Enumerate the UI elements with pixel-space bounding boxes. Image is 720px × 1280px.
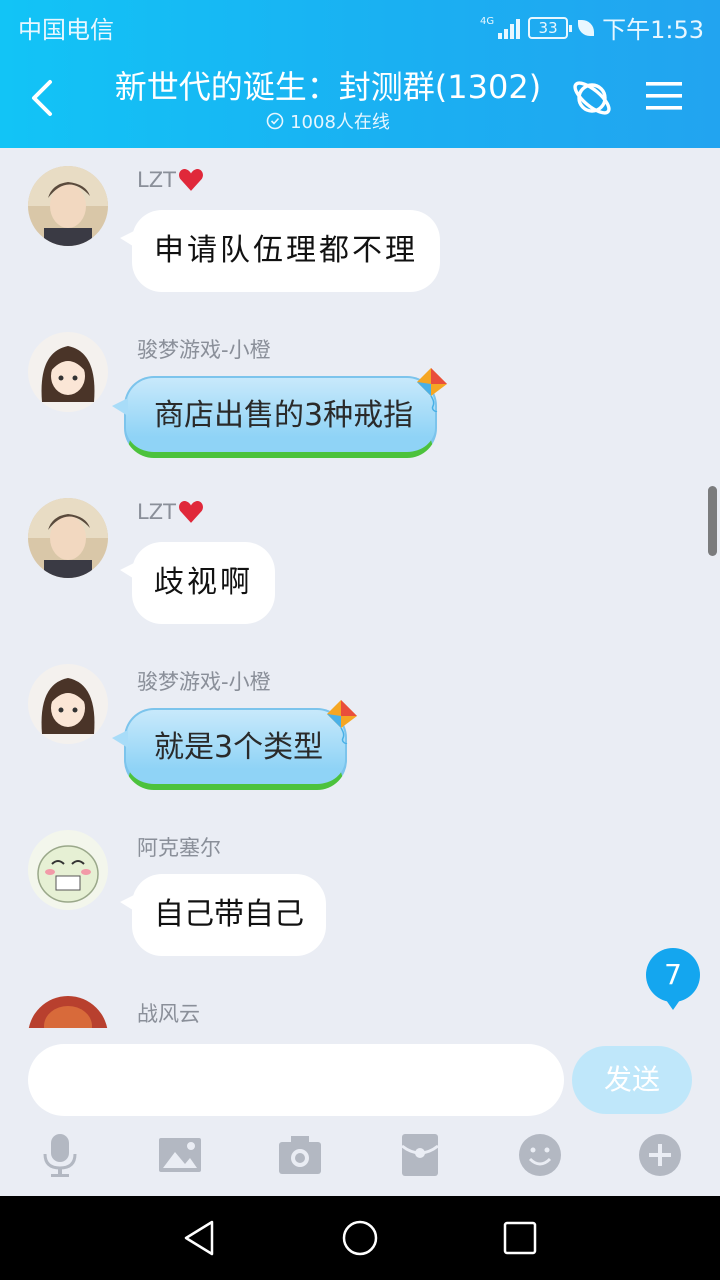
avatar[interactable] [28,166,108,246]
sender-name: 骏梦游戏-小橙 [137,338,271,362]
image-icon[interactable] [157,1132,203,1178]
message-input[interactable] [28,1044,564,1116]
plus-icon[interactable] [637,1132,683,1178]
sender-name: 骏梦游戏-小橙 [137,670,271,694]
avatar[interactable] [28,830,108,910]
kite-icon [327,700,358,744]
chat-area[interactable]: LZT 申请队伍理都不理 骏梦游戏-小橙 商店出售的3种戒指 LZT 歧视啊 骏… [0,148,720,1028]
kite-icon [417,368,448,412]
header: 中国电信 4G 33 下午1:53 新世代的诞生：封测群(1302) 1008人… [0,0,720,148]
message-bubble[interactable]: 商店出售的3种戒指 [111,368,448,458]
leaf-icon [578,19,595,36]
scrollbar[interactable] [708,486,717,556]
message-item: LZT 歧视啊 [0,496,720,646]
microphone-icon[interactable] [37,1132,83,1178]
sender-name: 阿克塞尔 [137,836,221,860]
message-item: LZT 申请队伍理都不理 [0,164,720,314]
message-bubble[interactable]: 申请队伍理都不理 [120,210,440,292]
cartoon-avatar-image [28,830,108,910]
group-title: 新世代的诞生：封测群(1302) [114,68,542,106]
menu-button[interactable] [644,78,684,114]
signal-icon: 4G [479,15,521,39]
network-type: 4G [479,15,495,27]
message-item: 阿克塞尔 自己带自己 [0,828,720,978]
message-bubble[interactable]: 歧视啊 [120,542,275,624]
message-text: 就是3个类型 [154,730,324,765]
group-space-button[interactable] [570,74,616,120]
girl-avatar-image [28,332,108,412]
message-bubble[interactable]: 自己带自己 [120,874,326,956]
red-avatar-image [28,996,108,1028]
chevron-left-icon [32,80,52,116]
home-circle-icon[interactable] [340,1218,380,1258]
sender-name: 战风云 [137,1002,200,1026]
message-text: 商店出售的3种戒指 [154,398,414,433]
back-button[interactable] [26,78,60,118]
message-item: 战风云 [0,994,720,1028]
system-nav-bar [0,1196,720,1280]
emoji-icon[interactable] [517,1132,563,1178]
online-count-label: 1008人在线 [290,112,390,133]
sender-name: LZT [137,500,204,524]
send-button[interactable]: 发送 [572,1046,692,1114]
hamburger-icon [646,82,682,110]
back-triangle-icon[interactable] [180,1218,220,1258]
online-count: 1008人在线 [96,108,560,134]
status-bar: 中国电信 4G 33 下午1:53 [0,0,720,50]
heart-icon [178,501,203,523]
red-packet-icon[interactable] [397,1132,443,1178]
online-check-icon [266,112,284,130]
carrier-name: 中国电信 [18,16,114,44]
battery-icon: 33 [528,16,573,39]
avatar[interactable] [28,996,108,1028]
heart-icon [178,169,203,191]
girl-avatar-image [28,664,108,744]
unread-badge[interactable]: 7 [646,948,700,1010]
avatar[interactable] [28,498,108,578]
clock: 下午1:53 [602,16,704,44]
message-item: 骏梦游戏-小橙 就是3个类型 [0,662,720,812]
input-bar: 发送 [0,1028,720,1196]
boy-avatar-image [28,166,108,246]
recents-square-icon[interactable] [500,1218,540,1258]
message-bubble[interactable]: 就是3个类型 [111,700,358,790]
camera-icon[interactable] [277,1132,323,1178]
status-right: 4G 33 下午1:53 [480,10,704,45]
avatar[interactable] [28,664,108,744]
message-item: 骏梦游戏-小橙 商店出售的3种戒指 [0,330,720,480]
avatar[interactable] [28,332,108,412]
planet-icon [573,81,611,115]
sender-name: LZT [137,168,204,192]
boy-avatar-image [28,498,108,578]
